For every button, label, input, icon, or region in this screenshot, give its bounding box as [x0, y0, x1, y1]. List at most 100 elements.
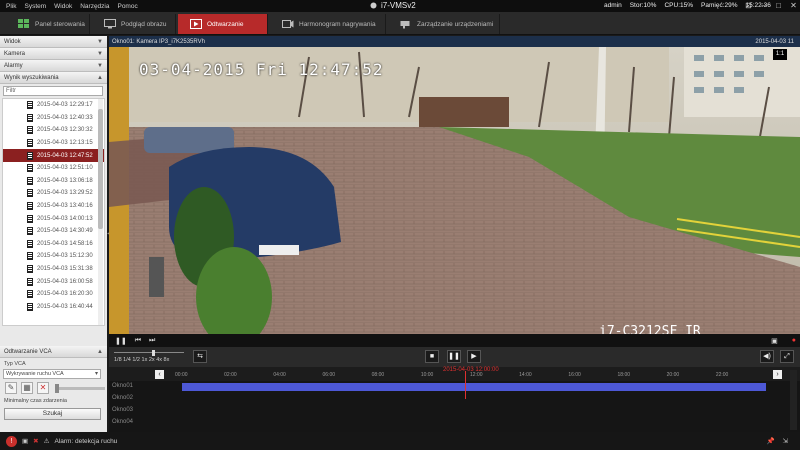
timeline[interactable]: ‹ › 00:00 02:00 04:00 06:00 08:00 10:00 12:00 1… [109, 367, 800, 432]
scrollbar-thumb[interactable] [98, 109, 103, 229]
file-list-item[interactable]: 2015-04-03 12:29:17 [3, 99, 104, 112]
video-file-icon [27, 113, 33, 122]
pause-button[interactable]: ❚❚ [447, 350, 461, 363]
file-list-item[interactable]: 2015-04-03 13:40:16 [3, 200, 104, 213]
notification-icon[interactable]: ⚠ [44, 437, 50, 445]
file-list-item[interactable]: 2015-04-03 12:30:32 [3, 124, 104, 137]
lock-icon[interactable]: ⊡ [744, 1, 753, 10]
chevron-up-icon: ▲ [97, 348, 103, 355]
vca-type-select[interactable]: Wykrywanie ruchu VCA [3, 369, 101, 379]
file-list-item[interactable]: 2015-04-03 15:12:30 [3, 250, 104, 263]
alarm-icon[interactable]: ! [6, 435, 17, 447]
file-list-item[interactable]: 2015-04-03 16:40:44 [3, 301, 104, 314]
file-list-item[interactable]: 2015-04-03 12:51:10 [3, 162, 104, 175]
split-view-button[interactable]: ⇆ [193, 350, 207, 363]
chevron-right-icon: › [776, 371, 779, 378]
fullscreen-button[interactable]: ⤢ [780, 350, 794, 363]
search-button[interactable]: Szukaj [4, 408, 101, 420]
sensitivity-slider[interactable] [55, 383, 105, 393]
draw-area-button[interactable]: ✎ [5, 382, 17, 394]
frame-forward-button[interactable]: ▶ [467, 350, 481, 363]
search-filter-input[interactable]: Filtr [3, 86, 103, 96]
section-alarms[interactable]: Alarmy ▼ [0, 60, 107, 72]
file-list-item[interactable]: 2015-04-03 16:00:58 [3, 275, 104, 288]
window-number-badge: 1:1 [773, 49, 787, 60]
section-label: Wynik wyszukiwania [4, 74, 59, 81]
file-list-item[interactable]: 2015-04-03 16:20:30 [3, 288, 104, 301]
tab-label: Panel sterowania [35, 20, 85, 28]
file-list-item[interactable]: 2015-04-03 14:30:49 [3, 225, 104, 238]
pause-icon[interactable]: ❚❚ [115, 337, 127, 345]
maximize-icon[interactable]: □ [774, 1, 783, 10]
tab-device-management[interactable]: Zarządzanie urządzeniami [388, 14, 500, 34]
step-back-icon[interactable]: ⏮ [135, 337, 141, 345]
vca-panel: Odtwarzanie VCA ▲ Typ VCA Wykrywanie ruch… [0, 346, 107, 432]
tab-playback[interactable]: Odtwarzanie [178, 14, 268, 34]
monitor-icon [104, 19, 116, 29]
play-icon: ▶ [471, 353, 477, 360]
close-icon[interactable]: ✕ [789, 1, 798, 10]
timeline-prev-button[interactable]: ‹ [155, 370, 164, 379]
timeline-tick-label: 02:00 [224, 372, 237, 378]
timeline-tick-label: 16:00 [568, 372, 581, 378]
timeline-cursor-label: 2015-04-03 12:00:00 [443, 367, 499, 373]
section-vca[interactable]: Odtwarzanie VCA ▲ [0, 346, 107, 358]
speed-slider[interactable] [114, 350, 184, 356]
video-file-icon [27, 214, 33, 223]
file-name: 2015-04-03 15:31:38 [37, 266, 93, 273]
section-view[interactable]: Widok ▼ [0, 36, 107, 48]
clear-area-button[interactable]: ✕ [37, 382, 49, 394]
minimize-icon[interactable]: – [759, 1, 768, 10]
section-label: Widok [4, 38, 21, 45]
file-list-item[interactable]: 2015-04-03 12:47:52 [3, 149, 104, 162]
volume-button[interactable]: ◀) [760, 350, 774, 363]
tab-live-view[interactable]: Podgląd obrazu [92, 14, 176, 34]
menu-narzedzia[interactable]: Narzędzia [80, 3, 109, 10]
step-forward-icon[interactable]: ⏭ [149, 337, 155, 345]
record-icon[interactable]: ● [792, 337, 796, 344]
section-search-results[interactable]: Wynik wyszukiwania ▲ [0, 72, 107, 84]
file-list-item[interactable]: 2015-04-03 14:58:16 [3, 238, 104, 251]
video-frame[interactable]: 03-04-2015 Fri 12:47:52 i7-C3212SF IR 1:… [109, 47, 800, 334]
menu-system[interactable]: System [24, 3, 46, 10]
timeline-cursor[interactable] [465, 371, 466, 399]
timeline-next-button[interactable]: › [773, 370, 782, 379]
file-list-item[interactable]: 2015-04-03 13:29:52 [3, 187, 104, 200]
file-list-item[interactable]: 2015-04-03 12:40:33 [3, 112, 104, 125]
sidebar: Widok ▼ Kamera ▼ Alarmy ▼ Wynik wyszukiwani… [0, 36, 107, 432]
pin-icon[interactable]: 📌 [766, 437, 774, 445]
video-window[interactable]: Okno01: Kamera IP3_i7K2535RVh 2015-04-03… [109, 36, 800, 347]
video-file-icon [27, 151, 33, 160]
playback-toolbar: 1/8 1/4 1/2 1x 2x 4x 8x ⇆ ■ ❚❚ ▶ ◀) ⤢ [109, 347, 800, 367]
tab-recording-schedule[interactable]: Harmonogram nagrywania [270, 14, 386, 34]
channel-label: Okno02 [112, 395, 134, 401]
stop-button[interactable]: ■ [425, 350, 439, 363]
section-camera[interactable]: Kamera ▼ [0, 48, 107, 60]
file-list-item[interactable]: 2015-04-03 12:13:15 [3, 137, 104, 150]
file-list-scrollbar[interactable] [98, 99, 103, 325]
grid-icon [18, 19, 29, 28]
timeline-scrollbar[interactable] [790, 370, 797, 430]
lock-icon[interactable]: ▣ [22, 437, 28, 445]
tab-control-panel[interactable]: Panel sterowania [6, 14, 90, 34]
pencil-icon: ✎ [7, 383, 15, 392]
grid-select-button[interactable]: ▦ [21, 382, 33, 394]
snapshot-icon[interactable]: ▣ [771, 337, 778, 345]
recording-segment-bar[interactable] [182, 383, 766, 391]
slider-knob[interactable] [55, 383, 59, 393]
vca-type-label: Typ VCA [4, 361, 26, 367]
file-list-item[interactable]: 2015-04-03 15:31:38 [3, 263, 104, 276]
file-name: 2015-04-03 12:13:15 [37, 140, 93, 147]
restore-icon[interactable]: ⇲ [783, 437, 788, 445]
app-logo-icon [370, 2, 377, 9]
alarm-status-text: Alarm: detekcja ruchu [54, 437, 118, 445]
menu-widok[interactable]: Widok [54, 3, 72, 10]
sound-off-icon[interactable]: ✖ [33, 437, 38, 445]
timeline-tick-label: 14:00 [519, 372, 532, 378]
menu-pomoc[interactable]: Pomoc [117, 3, 137, 10]
file-list-item[interactable]: 2015-04-03 14:00:13 [3, 212, 104, 225]
timeline-tick-label: 00:00 [175, 372, 188, 378]
menu-plik[interactable]: Plik [6, 3, 16, 10]
channel-label: Okno04 [112, 419, 134, 425]
file-list-item[interactable]: 2015-04-03 13:06:18 [3, 175, 104, 188]
